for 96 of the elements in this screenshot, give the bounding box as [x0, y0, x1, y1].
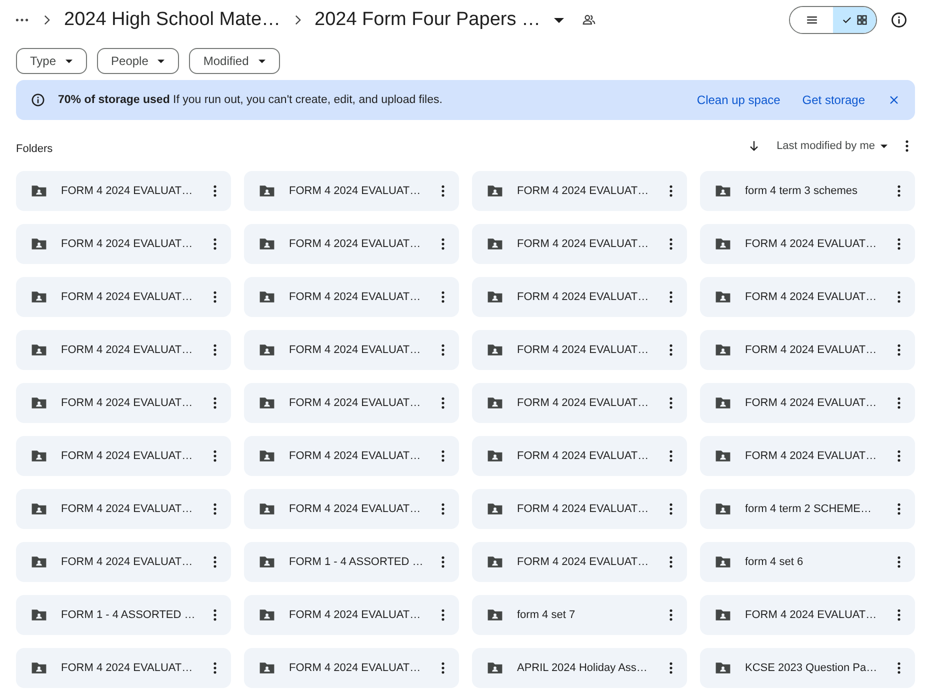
folder-card[interactable]: FORM 4 2024 EVALUAT…: [244, 648, 459, 688]
filter-chip[interactable]: Modified: [189, 48, 280, 74]
folder-card[interactable]: FORM 4 2024 EVALUAT…: [16, 542, 231, 582]
folder-name: FORM 4 2024 EVALUAT…: [289, 662, 422, 674]
folder-name: FORM 1 - 4 ASSORTED …: [289, 556, 424, 568]
folder-card[interactable]: FORM 4 2024 EVALUAT…: [16, 648, 231, 688]
folder-name: FORM 4 2024 EVALUAT…: [517, 344, 650, 356]
info-icon: [30, 92, 46, 108]
breadcrumb[interactable]: 2024 High School Mate…: [64, 9, 281, 31]
folder-name: FORM 4 2024 EVALUAT…: [289, 609, 422, 621]
filter-chip[interactable]: People: [97, 48, 180, 74]
folder-card[interactable]: FORM 4 2024 EVALUAT…: [700, 277, 915, 317]
folder-name: FORM 4 2024 EVALUAT…: [517, 503, 650, 515]
folder-name: FORM 4 2024 EVALUAT…: [61, 662, 194, 674]
folder-card[interactable]: form 4 term 2 SCHEME…: [700, 489, 915, 529]
folder-name: FORM 4 2024 EVALUAT…: [289, 291, 422, 303]
folder-card[interactable]: FORM 4 2024 EVALUAT…: [16, 436, 231, 476]
folder-card[interactable]: FORM 4 2024 EVALUAT…: [472, 224, 687, 264]
banner-link[interactable]: Clean up space: [696, 93, 780, 107]
folder-name: FORM 4 2024 EVALUAT…: [61, 344, 194, 356]
folder-card[interactable]: FORM 4 2024 EVALUAT…: [16, 330, 231, 370]
folder-card[interactable]: FORM 4 2024 EVALUAT…: [700, 595, 915, 635]
banner-link[interactable]: Get storage: [802, 93, 865, 107]
folder-name: FORM 4 2024 EVALUAT…: [517, 185, 650, 197]
folder-card[interactable]: FORM 4 2024 EVALUAT…: [700, 383, 915, 423]
folder-card[interactable]: form 4 set 7: [472, 595, 687, 635]
grid-icon: [854, 13, 868, 27]
sort-dropdown[interactable]: Last modified by me: [776, 139, 891, 153]
folder-name: FORM 4 2024 EVALUAT…: [61, 397, 194, 409]
grid-view-button[interactable]: [833, 7, 876, 33]
folder-card[interactable]: FORM 4 2024 EVALUAT…: [244, 595, 459, 635]
folder-name: FORM 1 - 4 ASSORTED …: [61, 609, 196, 621]
folder-name: form 4 term 2 SCHEME…: [745, 503, 873, 515]
folder-name: FORM 4 2024 EVALUAT…: [61, 556, 194, 568]
folder-name: FORM 4 2024 EVALUAT…: [289, 503, 422, 515]
view-toggle[interactable]: [789, 6, 877, 34]
folder-card[interactable]: form 4 set 6: [700, 542, 915, 582]
folder-name: FORM 4 2024 EVALUAT…: [517, 397, 650, 409]
folder-card[interactable]: FORM 4 2024 EVALUAT…: [244, 330, 459, 370]
folder-name: FORM 4 2024 EVALUAT…: [745, 609, 878, 621]
folder-card[interactable]: FORM 4 2024 EVALUAT…: [16, 383, 231, 423]
folder-name: FORM 4 2024 EVALUAT…: [289, 397, 422, 409]
folder-name: FORM 4 2024 EVALUAT…: [61, 238, 194, 250]
folder-name: FORM 4 2024 EVALUAT…: [61, 503, 194, 515]
folder-name: FORM 4 2024 EVALUAT…: [289, 450, 422, 462]
section-title: Folders: [16, 142, 53, 155]
folder-card[interactable]: FORM 4 2024 EVALUAT…: [700, 330, 915, 370]
folder-card[interactable]: FORM 1 - 4 ASSORTED …: [244, 542, 459, 582]
folder-name: FORM 4 2024 EVALUAT…: [289, 344, 422, 356]
folder-name: FORM 4 2024 EVALUAT…: [745, 291, 878, 303]
folder-card[interactable]: FORM 1 - 4 ASSORTED …: [16, 595, 231, 635]
folder-card[interactable]: FORM 4 2024 EVALUAT…: [16, 277, 231, 317]
folder-name: FORM 4 2024 EVALUAT…: [745, 344, 878, 356]
folder-name: FORM 4 2024 EVALUAT…: [61, 185, 194, 197]
folder-card[interactable]: FORM 4 2024 EVALUAT…: [472, 489, 687, 529]
folder-name: FORM 4 2024 EVALUAT…: [289, 185, 422, 197]
folder-name: form 4 set 7: [517, 609, 576, 621]
folder-card[interactable]: FORM 4 2024 EVALUAT…: [244, 436, 459, 476]
folder-name: FORM 4 2024 EVALUAT…: [289, 238, 422, 250]
folder-card[interactable]: FORM 4 2024 EVALUAT…: [472, 542, 687, 582]
folder-name: FORM 4 2024 EVALUAT…: [745, 238, 878, 250]
folder-name: APRIL 2024 Holiday Ass…: [517, 662, 648, 674]
folder-card[interactable]: FORM 4 2024 EVALUAT…: [700, 224, 915, 264]
folder-card[interactable]: FORM 4 2024 EVALUAT…: [472, 383, 687, 423]
folder-name: FORM 4 2024 EVALUAT…: [61, 291, 194, 303]
folder-card[interactable]: FORM 4 2024 EVALUAT…: [472, 330, 687, 370]
folder-card[interactable]: FORM 4 2024 EVALUAT…: [700, 436, 915, 476]
folder-card[interactable]: FORM 4 2024 EVALUAT…: [244, 383, 459, 423]
folder-name: FORM 4 2024 EVALUAT…: [517, 556, 650, 568]
folder-card[interactable]: form 4 term 3 schemes: [700, 171, 915, 211]
folder-card[interactable]: FORM 4 2024 EVALUAT…: [16, 224, 231, 264]
folder-card[interactable]: KCSE 2023 Question Pa…: [700, 648, 915, 688]
folder-card[interactable]: FORM 4 2024 EVALUAT…: [16, 489, 231, 529]
folder-card[interactable]: FORM 4 2024 EVALUAT…: [472, 277, 687, 317]
breadcrumb[interactable]: 2024 Form Four Papers …: [314, 9, 540, 31]
storage-message: 70% of storage used If you run out, you can't create, edit, and upload files.: [58, 94, 444, 106]
folder-card[interactable]: FORM 4 2024 EVALUAT…: [244, 277, 459, 317]
folder-card[interactable]: FORM 4 2024 EVALUAT…: [472, 171, 687, 211]
folder-card[interactable]: FORM 4 2024 EVALUAT…: [472, 436, 687, 476]
folder-name: FORM 4 2024 EVALUAT…: [61, 450, 194, 462]
folder-card[interactable]: FORM 4 2024 EVALUAT…: [244, 224, 459, 264]
folder-name: form 4 set 6: [745, 556, 804, 568]
folder-name: FORM 4 2024 EVALUAT…: [745, 450, 878, 462]
folder-name: KCSE 2023 Question Pa…: [745, 662, 878, 674]
folder-name: FORM 4 2024 EVALUAT…: [745, 397, 878, 409]
folder-card[interactable]: FORM 4 2024 EVALUAT…: [244, 171, 459, 211]
folder-name: FORM 4 2024 EVALUAT…: [517, 291, 650, 303]
info-icon[interactable]: [890, 11, 908, 29]
folder-name: FORM 4 2024 EVALUAT…: [517, 238, 650, 250]
folder-name: FORM 4 2024 EVALUAT…: [517, 450, 650, 462]
checkmark-icon: [840, 14, 852, 26]
folder-card[interactable]: FORM 4 2024 EVALUAT…: [16, 171, 231, 211]
folder-card[interactable]: APRIL 2024 Holiday Ass…: [472, 648, 687, 688]
folder-name: form 4 term 3 schemes: [745, 185, 858, 197]
folder-card[interactable]: FORM 4 2024 EVALUAT…: [244, 489, 459, 529]
filter-chip[interactable]: Type: [16, 48, 88, 74]
